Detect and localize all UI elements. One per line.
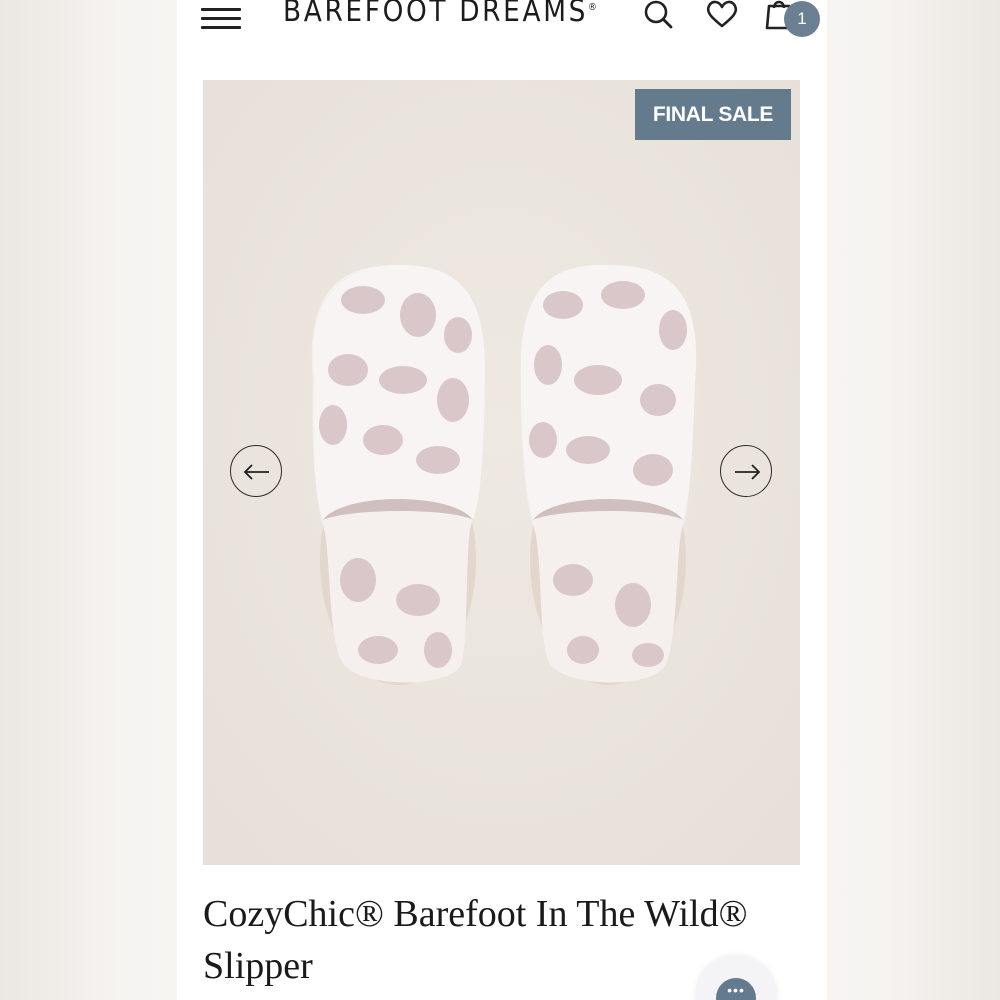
chat-icon: ••• — [716, 978, 756, 1000]
menu-icon[interactable] — [201, 4, 241, 29]
left-slipper — [311, 265, 486, 685]
product-gallery: FINAL SALE — [203, 80, 800, 865]
chat-dots: ••• — [727, 982, 745, 998]
brand-registered-mark: ® — [588, 2, 597, 13]
slipper-product-image — [203, 80, 800, 865]
cart-count-badge[interactable]: 1 — [784, 1, 820, 37]
heart-icon[interactable] — [703, 0, 743, 34]
site-header: BAREFOOT DREAMS® 1 — [177, 0, 827, 50]
brand-name: BAREFOOT DREAMS — [283, 0, 589, 29]
arrow-right-icon — [735, 464, 761, 480]
right-slipper — [520, 265, 697, 685]
mobile-page: BAREFOOT DREAMS® 1 FINAL SALE CozyChic® … — [177, 0, 827, 1000]
next-image-button[interactable] — [720, 445, 772, 497]
previous-image-button[interactable] — [230, 445, 282, 497]
brand-logo[interactable]: BAREFOOT DREAMS® — [283, 0, 597, 34]
arrow-left-icon — [243, 464, 269, 480]
final-sale-badge: FINAL SALE — [635, 89, 791, 140]
search-icon[interactable] — [639, 0, 679, 34]
